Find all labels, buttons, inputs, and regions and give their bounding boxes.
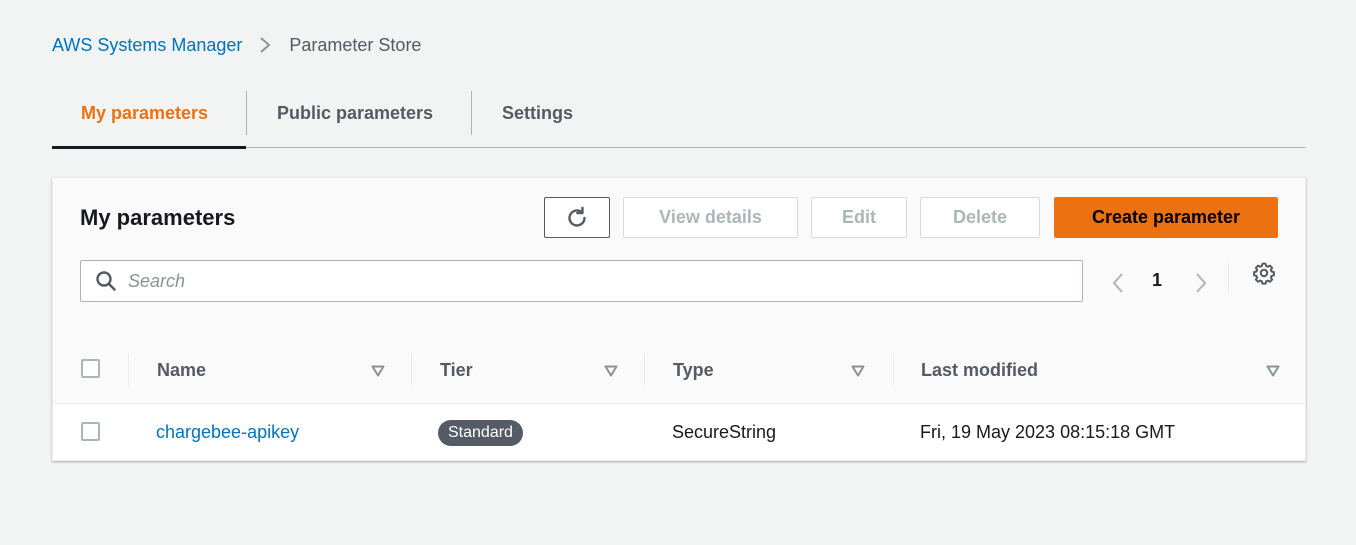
chevron-right-icon[interactable] xyxy=(1193,272,1209,299)
sort-down-icon[interactable] xyxy=(851,364,865,382)
chevron-left-icon[interactable] xyxy=(1110,272,1126,299)
delete-button[interactable]: Delete xyxy=(920,197,1040,238)
column-divider xyxy=(644,353,645,387)
tab-public-parameters[interactable]: Public parameters xyxy=(247,78,471,148)
column-header-name[interactable]: Name xyxy=(157,360,206,381)
column-header-type[interactable]: Type xyxy=(673,360,714,381)
page: AWS Systems Manager Parameter Store My p… xyxy=(0,0,1356,545)
sort-down-icon[interactable] xyxy=(1266,364,1280,382)
view-details-button[interactable]: View details xyxy=(623,197,798,238)
last-modified-date: Fri, 19 May 2023 08:15:18 GMT xyxy=(920,422,1176,442)
breadcrumb-current: Parameter Store xyxy=(289,34,422,55)
select-all-checkbox[interactable] xyxy=(81,359,100,378)
breadcrumb-link-systems-manager[interactable]: AWS Systems Manager xyxy=(52,35,242,56)
parameters-table-container: My parameters View details Edit Delete C… xyxy=(52,177,1306,461)
column-header-last-modified[interactable]: Last modified xyxy=(921,360,1038,381)
column-divider xyxy=(893,353,894,387)
sort-down-icon[interactable] xyxy=(604,364,618,382)
table-header-area: My parameters View details Edit Delete C… xyxy=(53,178,1305,404)
current-page-number[interactable]: 1 xyxy=(1152,270,1162,291)
breadcrumb: AWS Systems Manager Parameter Store xyxy=(52,33,421,57)
search-box xyxy=(80,260,1083,302)
table-header-row: Name Tier Type Last modified xyxy=(53,337,1305,404)
parameter-name-link[interactable]: chargebee-apikey xyxy=(156,422,299,443)
create-parameter-button[interactable]: Create parameter xyxy=(1054,197,1278,238)
column-divider xyxy=(411,353,412,387)
tab-my-parameters[interactable]: My parameters xyxy=(52,78,246,149)
search-icon xyxy=(81,270,128,292)
parameter-type: SecureString xyxy=(672,422,777,442)
table-row: chargebee-apikey Standard SecureString F… xyxy=(53,404,1305,460)
edit-button[interactable]: Edit xyxy=(811,197,907,238)
column-header-tier[interactable]: Tier xyxy=(440,360,473,381)
tab-settings[interactable]: Settings xyxy=(472,78,573,148)
refresh-button[interactable] xyxy=(544,197,610,238)
row-checkbox[interactable] xyxy=(81,422,100,441)
sort-down-icon[interactable] xyxy=(371,364,385,382)
chevron-right-icon xyxy=(258,35,272,55)
gear-icon[interactable] xyxy=(1252,261,1276,290)
tab-bar: My parameters Public parameters Settings xyxy=(52,78,1306,149)
column-divider xyxy=(128,353,129,387)
search-input[interactable] xyxy=(128,270,1082,292)
refresh-icon xyxy=(568,206,586,227)
divider xyxy=(1228,261,1229,293)
panel-title: My parameters xyxy=(80,205,236,230)
tier-badge: Standard xyxy=(438,420,523,446)
